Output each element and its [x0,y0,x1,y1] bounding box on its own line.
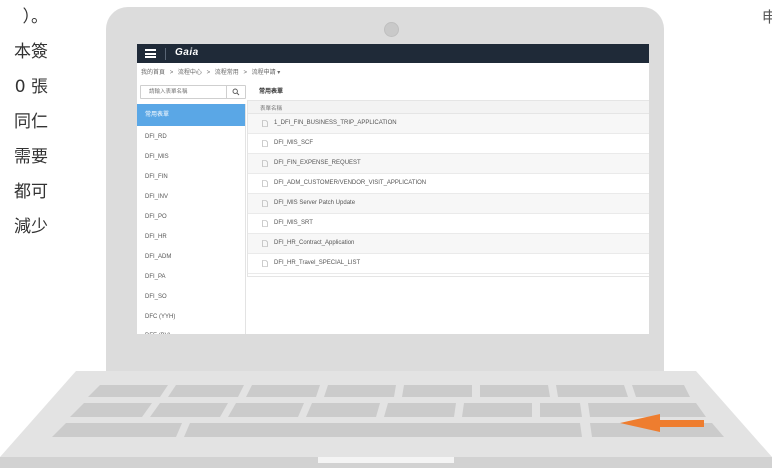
form-name: DFI_ADM_CUSTOMER/VENDOR_VISIT_APPLICATIO… [274,180,427,186]
form-name: DFI_MIS_SCF [274,140,314,146]
list-item[interactable]: 1_DFI_FIN_BUSINESS_TRIP_APPLICATION [248,114,649,134]
breadcrumb: 我的首頁 > 流程中心 > 流程常用 > 流程申請 ▾ [141,67,283,76]
right-article-char: 申 [762,8,772,26]
sidebar-item-common[interactable]: 常用表單 [137,104,245,126]
sidebar-item-dfi-po[interactable]: DFI_PO [137,206,245,228]
article-line: 0 張 [14,77,48,97]
document-icon [262,240,268,247]
article-line: 都可 [14,182,48,202]
app-topbar: Gaia [137,44,649,63]
document-icon [262,260,268,267]
document-icon [262,140,268,147]
breadcrumb-separator: > [243,70,247,76]
breadcrumb-separator: > [169,70,174,76]
sidebar-item-dfi-pa[interactable]: DFI_PA [137,266,245,288]
form-name: DFI_MIS Server Patch Update [274,200,356,206]
document-icon [262,180,268,187]
article-line: 減少 [14,217,48,237]
breadcrumb-home[interactable]: 我的首頁 [141,70,165,76]
form-name: DFI_HR_Contract_Application [274,240,355,246]
column-header-form-name: 表單名稱 [260,106,283,112]
search-input[interactable] [141,86,229,98]
form-name: 1_DFI_FIN_BUSINESS_TRIP_APPLICATION [274,120,397,126]
breadcrumb-separator: > [206,70,211,76]
list-item[interactable]: DFI_HR_Contract_Application [248,234,649,254]
list-item[interactable]: DFI_MIS Server Patch Update [248,194,649,214]
article-line: 本簽 [14,42,48,62]
laptop-screen: Gaia 我的首頁 > 流程中心 > 流程常用 > 流程申請 ▾ 常用表單 DF… [137,44,649,334]
list-item[interactable]: DFI_MIS_SCF [248,134,649,154]
article-line: 同仁 [14,112,48,132]
form-name: DFI_MIS_SRT [274,220,313,226]
form-list: 表單名稱 1_DFI_FIN_BUSINESS_TRIP_APPLICATION… [247,100,649,277]
sidebar-item-dfi-fin[interactable]: DFI_FIN [137,166,245,188]
article-line: ）。 [22,7,49,27]
document-icon [262,220,268,227]
trackpad-notch [318,457,454,463]
form-name: DFI_HR_Travel_SPECIAL_LIST [274,260,361,266]
list-item[interactable]: DFI_FIN_EXPENSE_REQUEST [248,154,649,174]
sidebar-item-dfi-so[interactable]: DFI_SO [137,286,245,308]
logo-divider [165,48,166,60]
sidebar-item-dfi-hr[interactable]: DFI_HR [137,226,245,248]
document-icon [262,120,268,127]
form-name: DFI_FIN_EXPENSE_REQUEST [274,160,361,166]
app-logo: Gaia [175,47,199,58]
camera-icon [384,22,399,37]
list-item[interactable]: DFI_MIS_SRT [248,214,649,234]
sidebar-item-dfe-bv[interactable]: DFE (BV) [137,325,245,334]
sidebar-item-dfi-inv[interactable]: DFI_INV [137,186,245,208]
sidebar-item-dfi-adm[interactable]: DFI_ADM [137,246,245,268]
content-title: 常用表單 [259,89,284,95]
sidebar-item-dfi-mis[interactable]: DFI_MIS [137,146,245,168]
search-icon [232,88,240,96]
sidebar: 常用表單 DFI_RD DFI_MIS DFI_FIN DFI_INV DFI_… [137,104,246,334]
form-search [140,85,246,99]
laptop-keyboard-base [0,371,772,468]
article-line: 需要 [14,147,48,167]
breadcrumb-process-center[interactable]: 流程中心 [178,70,202,76]
document-icon [262,160,268,167]
breadcrumb-common[interactable]: 流程常用 [215,70,239,76]
list-item[interactable]: DFI_HR_Travel_SPECIAL_LIST [248,254,649,274]
list-header: 表單名稱 [248,101,649,114]
list-item[interactable]: DFI_ADM_CUSTOMER/VENDOR_VISIT_APPLICATIO… [248,174,649,194]
search-button[interactable] [226,86,245,98]
sidebar-item-dfi-rd[interactable]: DFI_RD [137,126,245,148]
document-icon [262,200,268,207]
breadcrumb-apply[interactable]: 流程申請 ▾ [252,70,281,76]
hamburger-menu-icon[interactable] [145,49,156,58]
